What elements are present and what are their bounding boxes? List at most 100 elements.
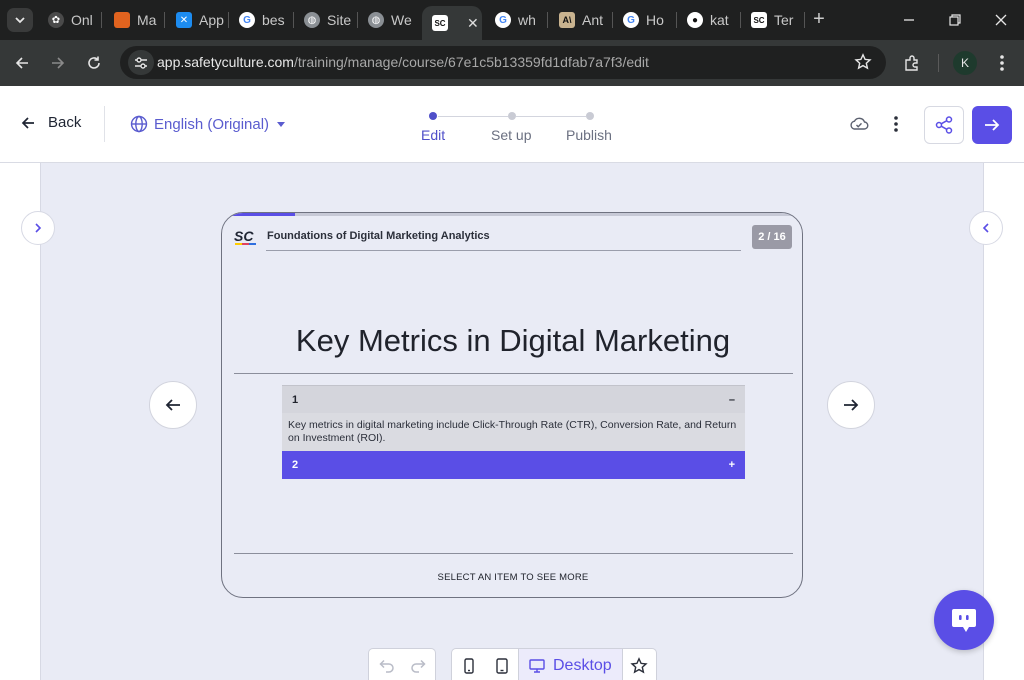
next-slide-button[interactable] (827, 381, 875, 429)
help-chat-button[interactable] (934, 590, 994, 650)
favorite-button[interactable] (623, 649, 656, 680)
tab-divider (804, 12, 805, 28)
tablet-view-button[interactable] (485, 649, 518, 680)
minimize-icon (904, 19, 914, 21)
browser-tab[interactable]: ✿ Onl (38, 6, 102, 34)
browser-tab[interactable]: G bes (229, 6, 291, 34)
google-icon: G (495, 12, 511, 28)
extensions-button[interactable] (900, 51, 924, 75)
browser-tab[interactable]: A\ Ant (549, 6, 611, 34)
slide-preview: SC Foundations of Digital Marketing Anal… (221, 212, 803, 598)
google-icon: G (623, 12, 639, 28)
bookmark-star-icon[interactable] (854, 53, 872, 76)
safetyculture-icon: SC (432, 15, 448, 31)
editor-header: Back English (Original) Edit Set up Publ… (0, 86, 1024, 163)
browser-tab[interactable]: Ma (104, 6, 162, 34)
arrow-left-icon (165, 399, 180, 411)
chevron-down-icon (15, 17, 25, 24)
back-button[interactable]: Back (20, 114, 81, 131)
site-info-icon[interactable] (128, 50, 154, 75)
desktop-view-button[interactable]: Desktop (518, 648, 623, 680)
anthropic-icon: A\ (559, 12, 575, 28)
header-divider (104, 106, 105, 142)
github-icon: ● (687, 12, 703, 28)
butterfly-icon: ✕ (176, 12, 192, 28)
cloud-sync-icon (847, 112, 871, 136)
expand-right-panel-button[interactable] (969, 211, 1003, 245)
accordion-item-label: 1 (292, 393, 299, 406)
arrow-left-icon (15, 57, 28, 69)
step-dot-edit (429, 112, 437, 120)
language-selector[interactable]: English (Original) (130, 115, 287, 133)
more-vertical-icon (1000, 55, 1004, 71)
browser-tab[interactable]: ● kat (677, 6, 739, 34)
app-icon (114, 12, 130, 28)
expand-left-panel-button[interactable] (21, 211, 55, 245)
tab-search-dropdown[interactable] (7, 8, 33, 32)
svg-text:SC: SC (234, 228, 254, 244)
chat-bot-icon (952, 609, 976, 632)
slide-instruction: SELECT AN ITEM TO SEE MORE (437, 572, 589, 583)
stepper: Edit Set up Publish (420, 112, 620, 143)
arrow-right-icon (52, 57, 65, 69)
browser-tab[interactable]: G wh (485, 6, 545, 34)
browser-tab[interactable]: ✕ App (166, 6, 226, 34)
accordion-item-1-header[interactable]: 1 – (282, 385, 745, 413)
globe-icon (130, 115, 148, 133)
forward-nav-button[interactable] (46, 51, 70, 75)
arrow-right-icon (844, 399, 859, 411)
browser-menu-button[interactable] (990, 51, 1014, 75)
globe-icon: ◍ (304, 12, 320, 28)
undo-button[interactable] (369, 649, 402, 680)
back-nav-button[interactable] (10, 51, 34, 75)
reload-button[interactable] (82, 51, 106, 75)
url-bar[interactable]: app.safetyculture.com/training/manage/co… (120, 46, 886, 79)
tab-divider (547, 12, 548, 28)
reload-icon (88, 56, 100, 69)
step-publish[interactable]: Publish (566, 127, 612, 143)
step-edit[interactable]: Edit (421, 127, 445, 143)
redo-button[interactable] (402, 649, 435, 680)
minimize-button[interactable] (897, 8, 921, 32)
more-vertical-icon (894, 116, 898, 132)
redo-icon (410, 659, 426, 673)
step-setup[interactable]: Set up (491, 127, 531, 143)
step-connector (438, 116, 508, 117)
share-button[interactable] (924, 106, 964, 144)
progress-fill (222, 213, 295, 216)
close-tab-icon[interactable]: ✕ (467, 15, 479, 32)
browser-tab[interactable]: ◍ Site (294, 6, 356, 34)
mobile-view-button[interactable] (452, 649, 485, 680)
step-connector (516, 116, 586, 117)
google-icon: G (239, 12, 255, 28)
monitor-icon (529, 658, 545, 673)
slide-title[interactable]: Key Metrics in Digital Marketing (222, 323, 802, 359)
address-bar-row: app.safetyculture.com/training/manage/co… (0, 40, 1024, 86)
more-options-button[interactable] (884, 112, 908, 136)
arrow-right-icon (985, 119, 1000, 131)
toolbar-divider (938, 54, 939, 72)
browser-tab[interactable]: ◍ We (358, 6, 418, 34)
chevron-left-icon (982, 223, 989, 233)
accordion-item-1-body: Key metrics in digital marketing include… (282, 413, 745, 451)
gear-icon: ✿ (48, 12, 64, 28)
device-toolbar: Desktop (451, 648, 657, 680)
close-window-button[interactable] (989, 8, 1013, 32)
puzzle-icon (905, 55, 918, 71)
footer-rule (234, 553, 793, 554)
caret-down-icon (277, 122, 286, 127)
profile-avatar[interactable]: K (953, 51, 977, 75)
new-tab-button[interactable]: + (809, 8, 829, 32)
browser-tab-active[interactable]: SC ✕ (422, 6, 482, 40)
previous-slide-button[interactable] (149, 381, 197, 429)
browser-tab[interactable]: G Ho (613, 6, 675, 34)
step-dot-publish (586, 112, 594, 120)
restore-icon (949, 14, 961, 26)
continue-button[interactable] (972, 106, 1012, 144)
header-rule (266, 250, 741, 251)
accordion: 1 – Key metrics in digital marketing inc… (282, 385, 745, 479)
browser-tab[interactable]: SC Ter (741, 6, 803, 34)
accordion-item-2-header[interactable]: 2 + (282, 451, 745, 479)
restore-button[interactable] (943, 8, 967, 32)
tablet-icon (495, 657, 508, 674)
